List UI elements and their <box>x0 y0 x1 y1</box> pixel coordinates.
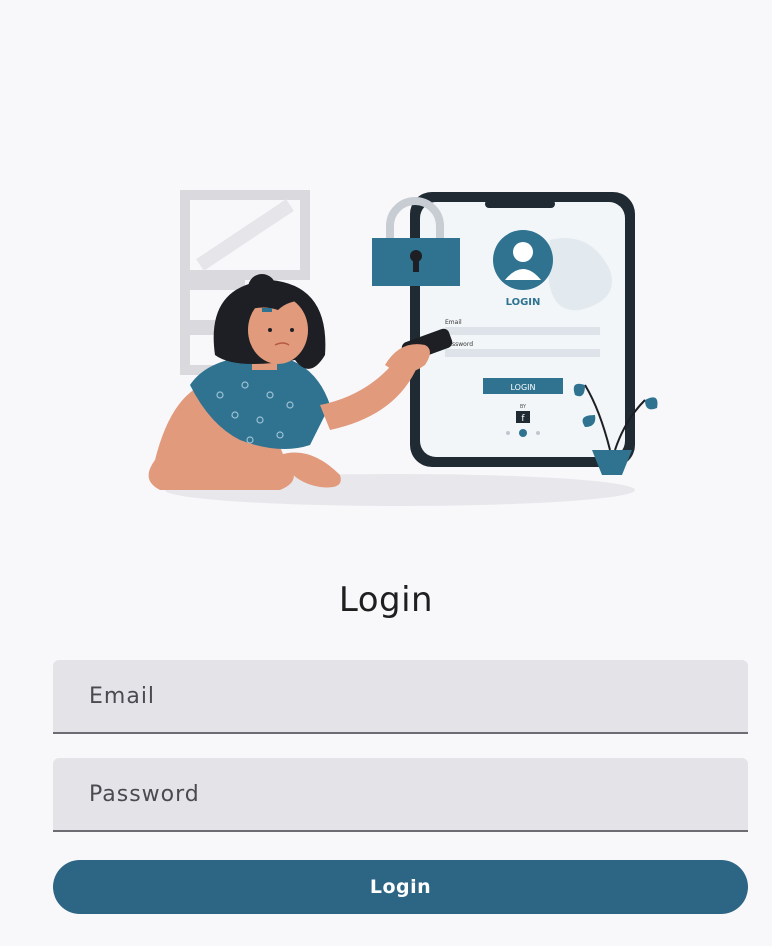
login-screen: LOGIN Email Password LOGIN BY f Login Em… <box>0 0 772 946</box>
phone-by-text: BY <box>520 404 527 410</box>
email-input[interactable] <box>53 660 748 732</box>
login-illustration: LOGIN Email Password LOGIN BY f <box>148 190 658 506</box>
login-button[interactable]: Login <box>53 860 748 914</box>
password-field[interactable] <box>53 758 748 832</box>
password-input[interactable] <box>53 758 748 830</box>
woman <box>148 274 453 490</box>
email-field[interactable] <box>53 660 748 734</box>
phone-email-label: Email <box>445 319 462 326</box>
page-title: Login <box>338 580 434 620</box>
phone-login-button-label: LOGIN <box>510 383 535 392</box>
phone-login-heading: LOGIN <box>506 297 541 308</box>
